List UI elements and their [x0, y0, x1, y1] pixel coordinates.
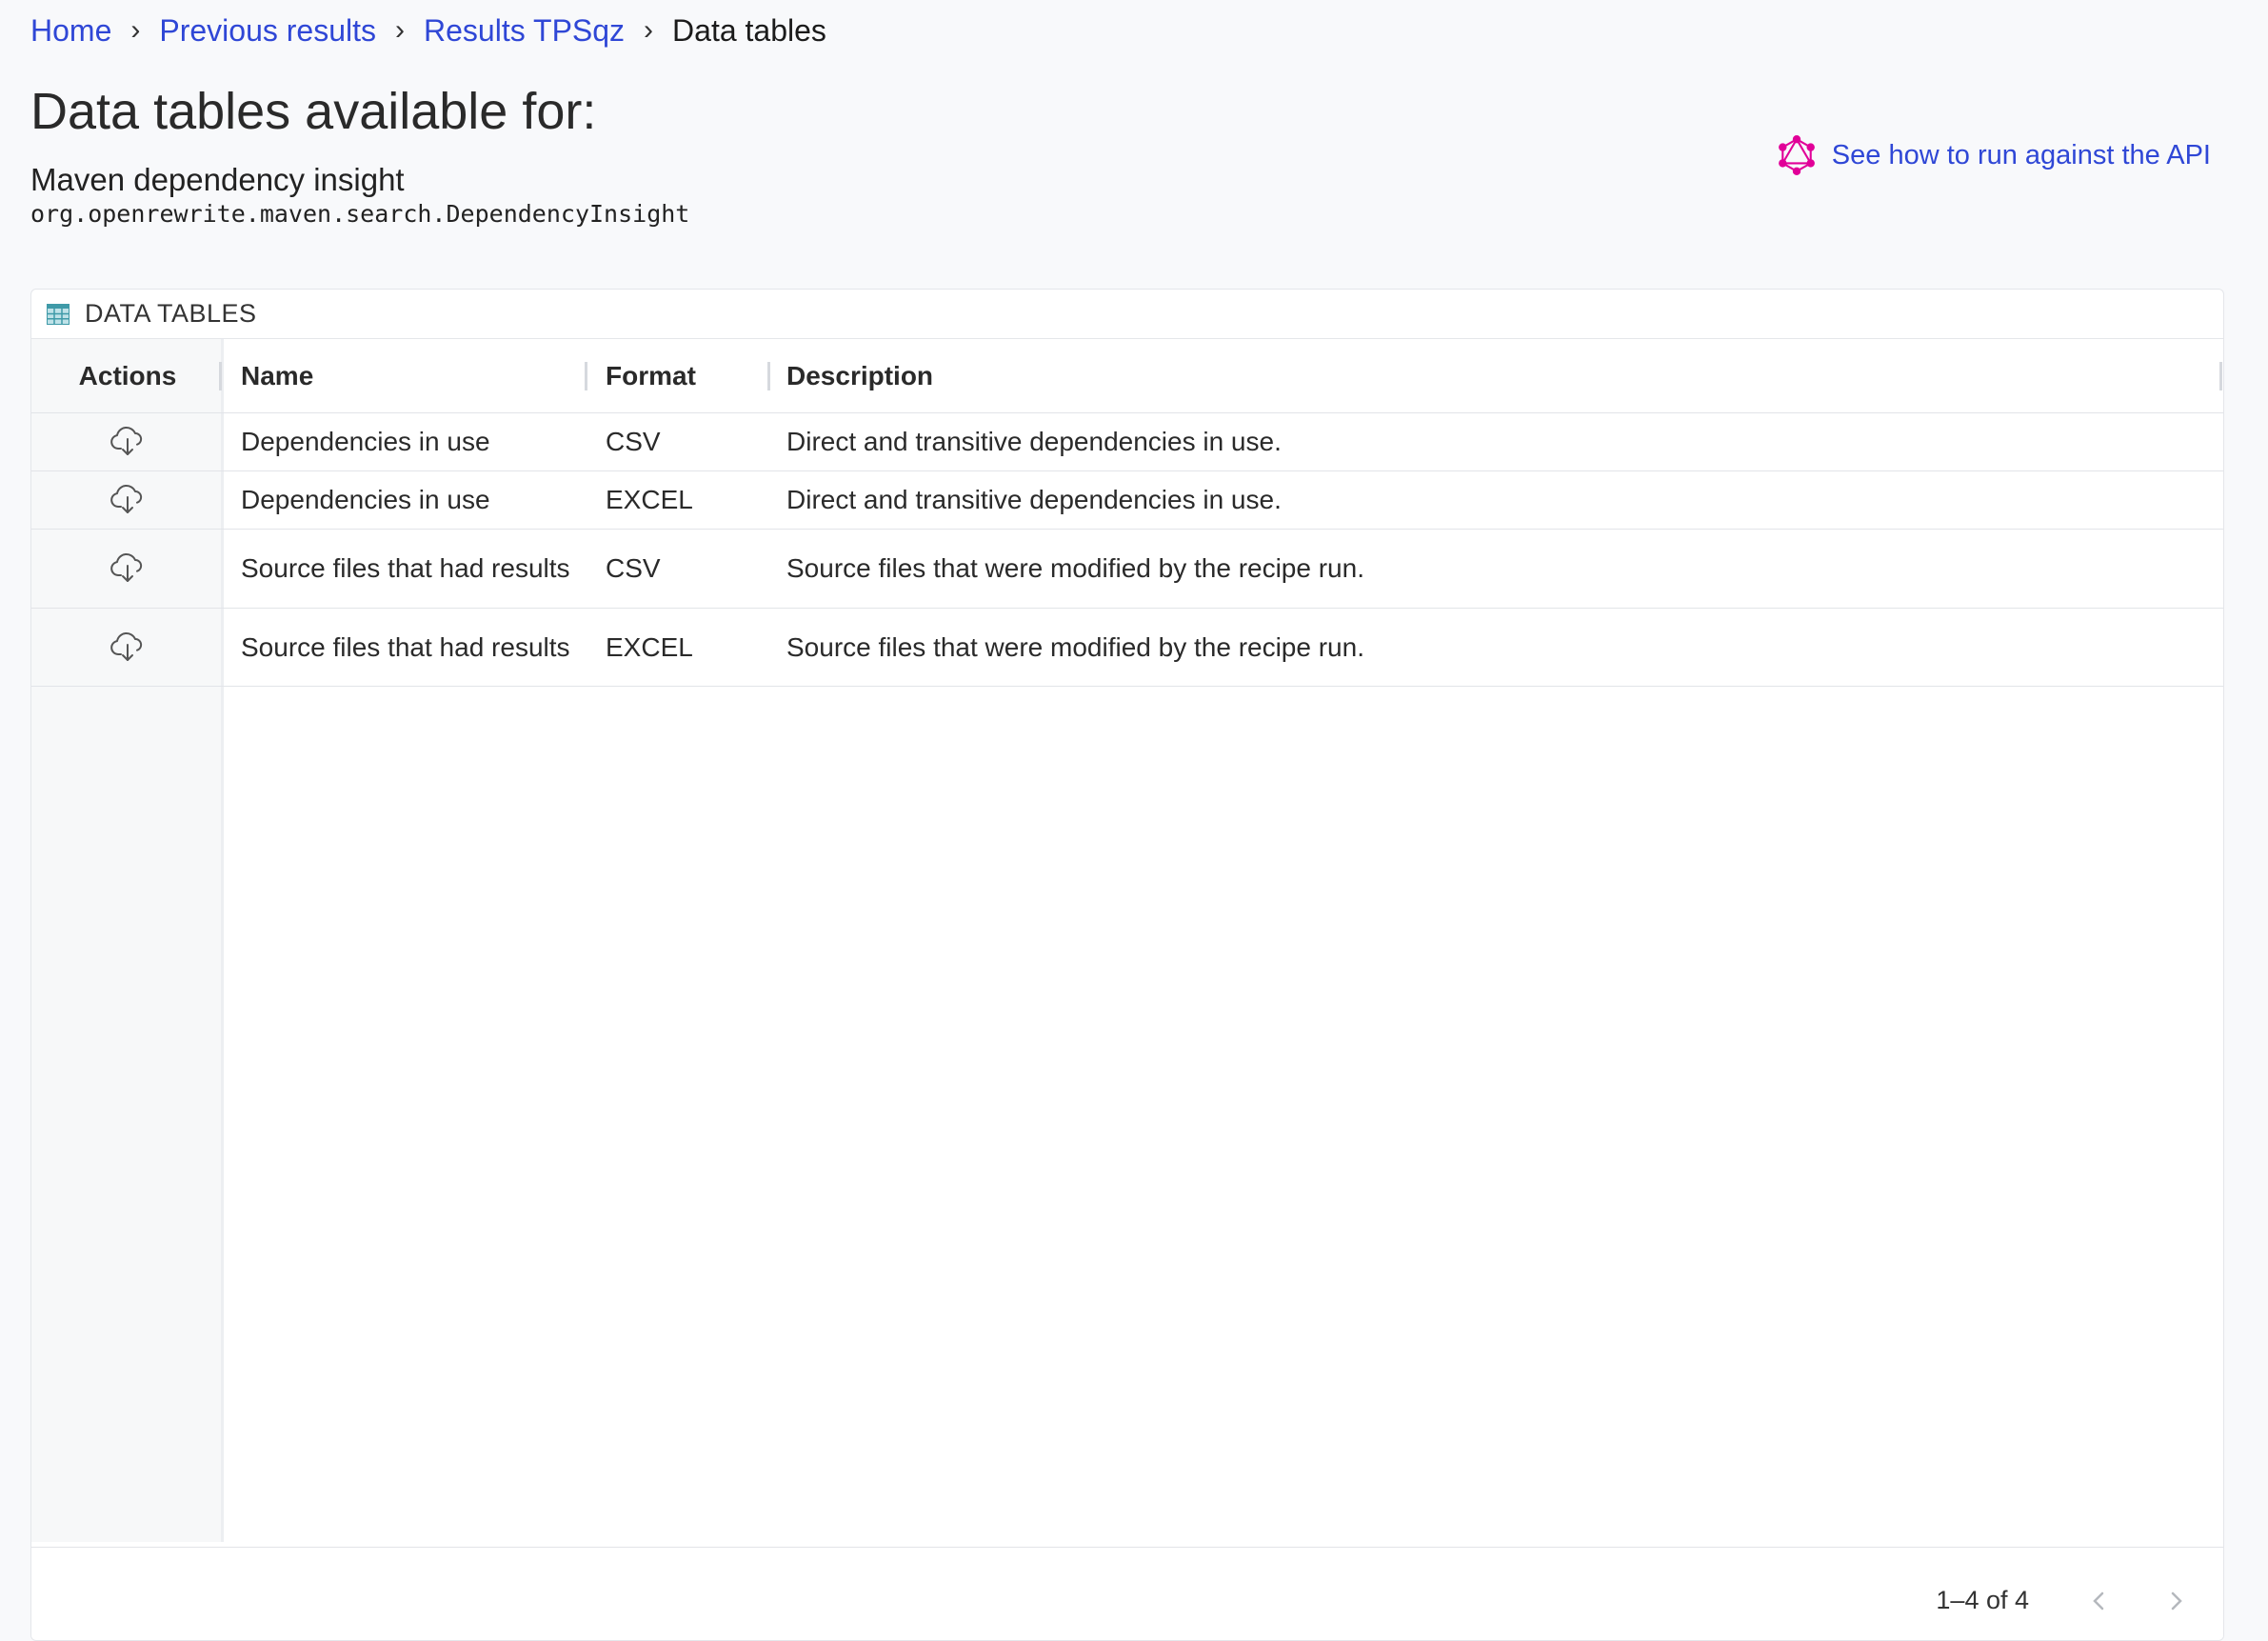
row-format: CSV [606, 427, 661, 456]
row-name: Source files that had results [241, 553, 570, 583]
row-name: Source files that had results [241, 631, 570, 662]
breadcrumb-previous-results-link[interactable]: Previous results [159, 13, 376, 49]
next-page-button[interactable] [2159, 1584, 2193, 1618]
cloud-download-icon[interactable] [109, 551, 146, 586]
table-header-row: Actions Name Format Description [31, 339, 2223, 413]
column-separator[interactable] [2219, 362, 2222, 390]
column-separator[interactable] [767, 362, 770, 390]
breadcrumb-current: Data tables [672, 12, 826, 48]
data-tables-card: DATA TABLES Actions Name Format Descript… [30, 289, 2224, 1641]
column-header-actions: Actions [78, 360, 177, 390]
api-link[interactable]: See how to run against the API [1777, 135, 2211, 175]
pagination-text: 1–4 of 4 [1936, 1586, 2029, 1614]
row-format: CSV [606, 553, 661, 583]
row-description: Direct and transitive dependencies in us… [786, 485, 1282, 514]
row-name: Dependencies in use [241, 485, 490, 514]
table-row: Dependencies in use EXCEL Direct and tra… [31, 471, 2223, 530]
row-format: EXCEL [606, 631, 693, 662]
api-link-label: See how to run against the API [1831, 139, 2211, 170]
card-title: DATA TABLES [85, 299, 257, 328]
column-separator[interactable] [585, 362, 587, 390]
table-footer: 1–4 of 4 [31, 1547, 2223, 1640]
card-header: DATA TABLES [31, 290, 2223, 339]
row-description: Source files that were modified by the r… [786, 631, 1364, 662]
cloud-download-icon[interactable] [109, 630, 146, 665]
table-row: Source files that had results EXCEL Sour… [31, 609, 2223, 687]
breadcrumb-separator: › [130, 14, 141, 46]
breadcrumb: Home › Previous results › Results TPSqz … [30, 11, 826, 50]
data-grid: Actions Name Format Description Dependen… [31, 339, 2223, 1542]
recipe-name: Maven dependency insight [30, 162, 405, 197]
breadcrumb-results-link[interactable]: Results TPSqz [424, 13, 625, 49]
breadcrumb-separator: › [644, 14, 654, 46]
table-row: Source files that had results CSV Source… [31, 530, 2223, 609]
row-name: Dependencies in use [241, 427, 490, 456]
breadcrumb-separator: › [395, 14, 405, 46]
cloud-download-icon[interactable] [109, 425, 146, 459]
table-icon [47, 303, 70, 325]
chevron-right-icon [2171, 1591, 2182, 1611]
column-header-name[interactable]: Name [224, 357, 588, 395]
table-row: Dependencies in use CSV Direct and trans… [31, 413, 2223, 471]
recipe-id: org.openrewrite.maven.search.DependencyI… [30, 200, 690, 228]
breadcrumb-home-link[interactable]: Home [30, 13, 111, 49]
chevron-left-icon [2093, 1591, 2104, 1611]
row-description: Source files that were modified by the r… [786, 553, 1364, 583]
graphql-icon [1778, 135, 1815, 175]
row-format: EXCEL [606, 485, 693, 514]
previous-page-button[interactable] [2082, 1584, 2117, 1618]
column-header-format[interactable]: Format [588, 357, 769, 395]
column-separator[interactable] [219, 362, 222, 390]
page-title: Data tables available for: [30, 83, 597, 140]
cloud-download-icon[interactable] [109, 483, 146, 517]
column-header-description[interactable]: Description [769, 357, 2223, 395]
row-description: Direct and transitive dependencies in us… [786, 427, 1282, 456]
